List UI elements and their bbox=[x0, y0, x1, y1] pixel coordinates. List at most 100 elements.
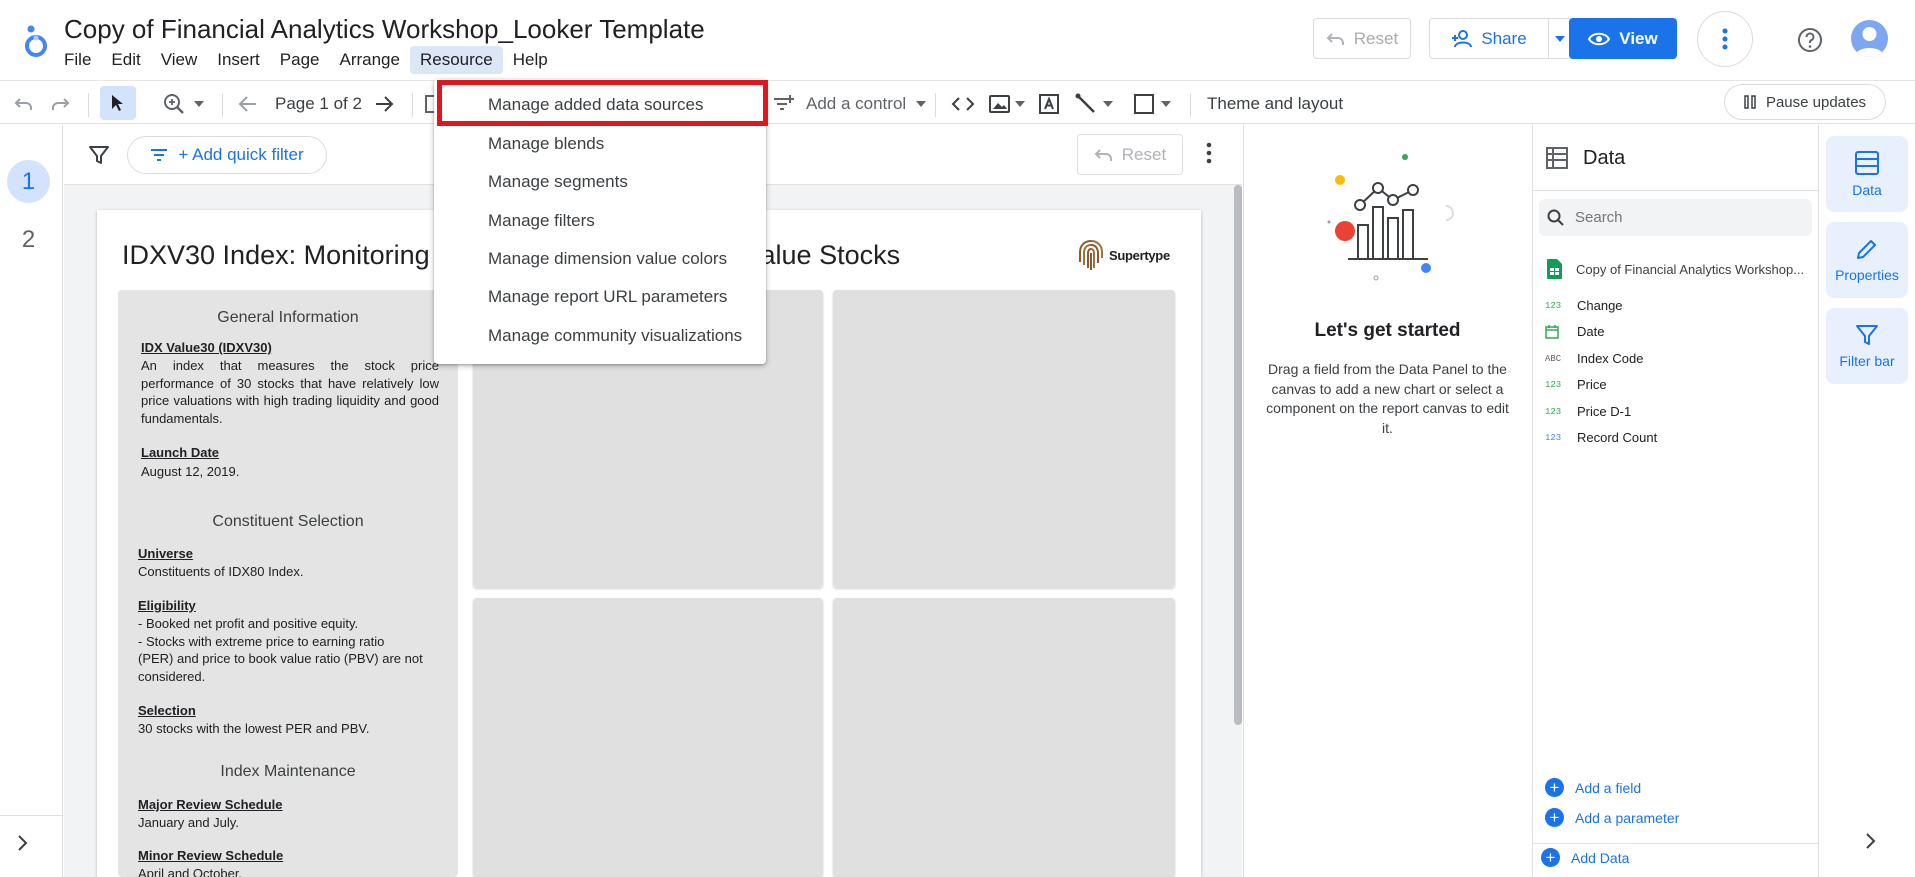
previous-page-icon[interactable] bbox=[238, 89, 258, 119]
selection-value: 30 stocks with the lowest PER and PBV. bbox=[138, 721, 370, 736]
menu-view[interactable]: View bbox=[151, 46, 208, 74]
data-search-box[interactable] bbox=[1539, 199, 1812, 236]
number-type-icon: 123 bbox=[1545, 300, 1562, 311]
add-control-caret-down-icon bbox=[916, 101, 927, 107]
menu-resource[interactable]: Resource bbox=[409, 46, 503, 74]
universe-value: Constituents of IDX80 Index. bbox=[138, 564, 304, 579]
help-icon[interactable] bbox=[1797, 27, 1823, 53]
menu-item-manage-report-url-parameters[interactable]: Manage report URL parameters bbox=[488, 287, 727, 307]
add-parameter-label: Add a parameter bbox=[1575, 809, 1680, 826]
index-maintenance-title: Index Maintenance bbox=[220, 763, 356, 780]
rail-properties-label: Properties bbox=[1835, 267, 1899, 283]
toolbar-divider bbox=[88, 93, 89, 117]
filter-icon[interactable] bbox=[88, 144, 110, 166]
share-button[interactable]: Share bbox=[1429, 18, 1549, 59]
idx-value30-heading: IDX Value30 (IDXV30) bbox=[141, 340, 272, 355]
rail-properties-button[interactable]: Properties bbox=[1826, 222, 1908, 298]
redo-icon[interactable] bbox=[50, 89, 70, 119]
rail-data-button[interactable]: Data bbox=[1826, 136, 1908, 212]
add-quick-filter-button[interactable]: + Add quick filter bbox=[127, 136, 327, 174]
undo-arrow-icon bbox=[1094, 147, 1114, 163]
canvas-reset-button[interactable]: Reset bbox=[1077, 134, 1183, 175]
next-page-icon[interactable] bbox=[374, 89, 394, 119]
filter-icon bbox=[1855, 323, 1879, 347]
menu-item-manage-blends[interactable]: Manage blends bbox=[488, 134, 604, 154]
add-data-button[interactable]: + Add Data bbox=[1541, 848, 1629, 867]
chart-placeholder[interactable] bbox=[833, 598, 1175, 877]
chart-placeholder[interactable] bbox=[473, 598, 823, 877]
general-information-panel[interactable]: General Information IDX Value30 (IDXV30)… bbox=[118, 290, 458, 877]
general-information-title: General Information bbox=[217, 309, 359, 326]
text-box-icon[interactable] bbox=[1038, 89, 1060, 119]
menu-item-manage-filters[interactable]: Manage filters bbox=[488, 211, 595, 231]
idx-value30-description: An index that measures the stock price p… bbox=[141, 358, 439, 426]
more-options-button[interactable] bbox=[1697, 11, 1753, 67]
rail-filter-bar-label: Filter bar bbox=[1839, 353, 1895, 369]
rail-filter-bar-button[interactable]: Filter bar bbox=[1826, 308, 1908, 384]
calendar-icon bbox=[1545, 324, 1563, 339]
page-indicator[interactable]: Page 1 of 2 bbox=[275, 89, 362, 119]
universe-heading: Universe bbox=[138, 546, 193, 561]
field-price[interactable]: 123 Price bbox=[1545, 377, 1607, 392]
toolbar-divider bbox=[935, 93, 936, 117]
menu-file[interactable]: File bbox=[54, 46, 101, 74]
toolbar-divider bbox=[412, 93, 413, 117]
data-search-input[interactable] bbox=[1575, 209, 1795, 226]
theme-and-layout-button[interactable]: Theme and layout bbox=[1207, 89, 1343, 119]
launch-date-heading: Launch Date bbox=[141, 445, 220, 460]
add-quick-filter-label: + Add quick filter bbox=[178, 145, 304, 164]
add-control-label: Add a control bbox=[806, 94, 907, 113]
report-title[interactable]: Copy of Financial Analytics Workshop_Loo… bbox=[64, 14, 705, 45]
plus-circle-icon: + bbox=[1545, 778, 1564, 797]
chevron-right-icon[interactable] bbox=[1864, 832, 1876, 850]
chart-placeholder[interactable] bbox=[833, 290, 1175, 588]
undo-icon[interactable] bbox=[14, 89, 34, 119]
header-reset-button[interactable]: Reset bbox=[1313, 18, 1411, 59]
zoom-caret-down-icon[interactable] bbox=[194, 89, 204, 119]
pause-updates-button[interactable]: Pause updates bbox=[1724, 84, 1886, 120]
menu-edit[interactable]: Edit bbox=[101, 46, 150, 74]
image-icon[interactable] bbox=[989, 89, 1025, 119]
number-type-icon: 123 bbox=[1545, 432, 1562, 443]
add-parameter-button[interactable]: + Add a parameter bbox=[1545, 808, 1679, 827]
field-record-count[interactable]: 123 Record Count bbox=[1545, 430, 1657, 445]
data-source-row[interactable]: Copy of Financial Analytics Workshop... bbox=[1547, 259, 1821, 279]
field-change[interactable]: 123 Change bbox=[1545, 298, 1623, 313]
text-type-icon: ABC bbox=[1545, 353, 1562, 364]
line-icon[interactable] bbox=[1075, 89, 1113, 119]
embed-code-icon[interactable] bbox=[951, 89, 975, 119]
select-pointer-icon[interactable] bbox=[100, 86, 136, 120]
view-button[interactable]: View bbox=[1569, 18, 1677, 59]
add-data-label: Add Data bbox=[1571, 849, 1630, 866]
menu-insert[interactable]: Insert bbox=[207, 46, 270, 74]
major-review-heading: Major Review Schedule bbox=[138, 797, 283, 812]
account-avatar[interactable] bbox=[1851, 20, 1888, 57]
menu-item-manage-dimension-value-colors[interactable]: Manage dimension value colors bbox=[488, 249, 727, 269]
field-date[interactable]: Date bbox=[1545, 324, 1604, 339]
menu-item-manage-segments[interactable]: Manage segments bbox=[488, 172, 628, 192]
menu-item-manage-community-visualizations[interactable]: Manage community visualizations bbox=[488, 326, 742, 346]
shape-icon[interactable] bbox=[1133, 89, 1171, 119]
canvas-reset-label: Reset bbox=[1121, 144, 1167, 164]
menu-arrange[interactable]: Arrange bbox=[329, 46, 409, 74]
supertype-logo[interactable]: Supertype bbox=[1077, 238, 1170, 272]
view-label: View bbox=[1619, 28, 1658, 48]
report-heading-left[interactable]: IDXV30 Index: Monitoring bbox=[122, 240, 430, 271]
highlight-annotation-box bbox=[437, 80, 768, 126]
field-price-d-1[interactable]: 123 Price D-1 bbox=[1545, 404, 1631, 419]
canvas-scrollbar[interactable] bbox=[1234, 185, 1242, 725]
add-control-button[interactable]: Add a control bbox=[772, 89, 927, 119]
page-thumbnail-1[interactable]: 1 bbox=[7, 160, 50, 203]
menu-help[interactable]: Help bbox=[503, 46, 558, 74]
looker-studio-logo-icon[interactable] bbox=[18, 18, 52, 60]
chevron-right-icon[interactable] bbox=[16, 834, 28, 852]
get-started-title: Let's get started bbox=[1314, 320, 1461, 341]
field-index-code[interactable]: ABC Index Code bbox=[1545, 351, 1644, 366]
vertical-dots-icon[interactable] bbox=[1206, 142, 1212, 164]
add-field-button[interactable]: + Add a field bbox=[1545, 778, 1641, 797]
eye-icon bbox=[1588, 31, 1611, 47]
menu-page[interactable]: Page bbox=[270, 46, 330, 74]
rail-divider bbox=[0, 815, 63, 816]
zoom-icon[interactable] bbox=[163, 89, 185, 119]
page-thumbnail-2[interactable]: 2 bbox=[7, 218, 50, 261]
